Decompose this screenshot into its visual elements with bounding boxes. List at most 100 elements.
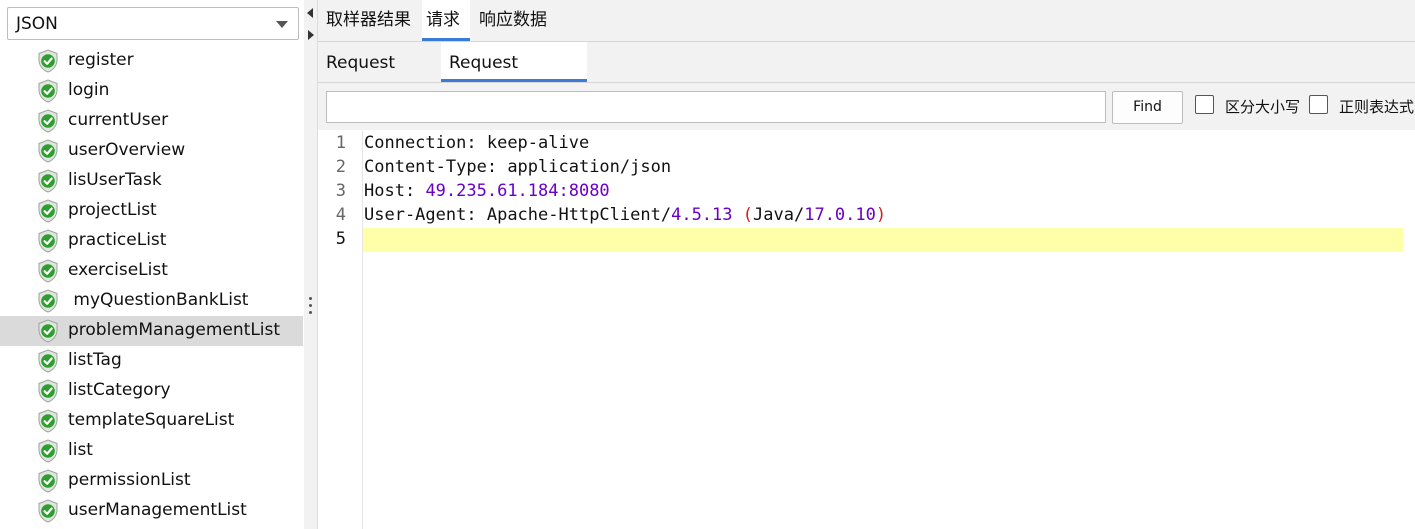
tree-item-label: userOverview [68,140,186,160]
chevron-down-icon[interactable] [276,21,288,28]
tab-request-body[interactable]: Request Body [318,42,441,115]
tree-item[interactable]: listTag [0,346,303,376]
tab-label: 响应数据 [479,10,547,30]
success-shield-icon [37,49,59,73]
tree-item[interactable]: login [0,76,303,106]
tree-item[interactable]: userManagementList [0,496,303,526]
header-key: Connection [364,133,467,153]
tree-item-label: listCategory [68,380,171,400]
splitter-grip-icon[interactable] [309,297,312,318]
tree-item[interactable]: exerciseList [0,256,303,286]
renderer-dropdown[interactable]: JSON [7,7,299,40]
collapse-left-arrow-icon[interactable] [307,8,313,18]
tree-item-label: userManagementList [68,500,247,520]
line-number: 2 [335,157,346,177]
header-sep: : [466,133,487,153]
header-value-part: Apache-HttpClient [486,205,661,225]
success-shield-icon [37,289,59,313]
tab-response-data[interactable]: 响应数据 [475,0,555,41]
line-text: User-Agent: Apache-HttpClient/4.5.13 (Ja… [364,203,886,227]
line-text: Connection: keep-alive [364,131,589,155]
success-shield-icon [37,409,59,433]
tree-item-label: list [68,440,93,460]
tab-label: 请求 [426,10,460,30]
header-sep: : [486,157,508,177]
tree-item[interactable]: permissionList [0,466,303,496]
line-text: Host: 49.235.61.184:8080 [364,179,610,203]
tree-item[interactable]: templateSquareList [0,406,303,436]
success-shield-icon [37,259,59,283]
tree-item[interactable]: practiceList [0,226,303,256]
tree-item[interactable]: lisUserTask [0,166,303,196]
header-value-part [733,205,743,225]
line-number: 5 [335,229,346,249]
success-shield-icon [37,199,59,223]
line-text: Content-Type: application/json [364,155,671,179]
tab-request[interactable]: 请求 [422,0,470,41]
success-shield-icon [37,439,59,463]
tree-item[interactable]: currentUser [0,106,303,136]
header-value: keep-alive [486,133,590,153]
editor-line: 4 User-Agent: Apache-HttpClient / 4.5.13 (… [318,203,1415,227]
headers-text-editor[interactable]: 1 Connection: keep-alive 2 Content-Type:… [318,130,1415,529]
header-value-part: 4.5.13 [671,205,733,225]
app-window: JSON register login currentUser userOvervie… [0,0,1415,529]
header-value-part: / [793,205,805,225]
editor-line: 3 Host: 49.235.61.184:8080 [318,179,1415,203]
tree-item[interactable]: projectList [0,196,303,226]
tree-item[interactable]: list [0,436,303,466]
results-tree-panel: JSON register login currentUser userOvervie… [0,0,305,529]
tree-item-label: practiceList [68,230,167,250]
request-sub-tab-bar: Request Body Request Headers [318,42,1415,115]
header-key: User-Agent [364,205,467,225]
case-sensitive-label: 区分大小写 [1225,98,1301,116]
sampler-results-tree: register login currentUser userOverview lisU… [0,46,303,526]
tab-label: 取样器结果 [326,10,411,30]
header-value: 49.235.61.184:8080 [425,181,610,201]
success-shield-icon [37,169,59,193]
tree-item-label: register [68,50,134,70]
tree-item-label: problemManagementList [68,320,281,340]
success-shield-icon [37,229,59,253]
header-value-part: ( [742,205,754,225]
find-button[interactable]: Find [1112,91,1183,124]
tree-item-label: currentUser [68,110,169,130]
regex-checkbox[interactable] [1309,95,1328,114]
collapse-right-arrow-icon[interactable] [308,30,314,40]
regex-label: 正则表达式 [1339,98,1415,116]
header-sep: : [466,205,487,225]
success-shield-icon [37,139,59,163]
header-value-part: ) [875,205,887,225]
header-key: Host [364,181,405,201]
find-input[interactable] [326,91,1106,123]
success-shield-icon [37,469,59,493]
tree-item[interactable]: problemManagementList [0,316,303,346]
editor-line: 5 [318,227,1415,251]
tree-item-label: permissionList [68,470,191,490]
panel-splitter[interactable] [304,0,318,529]
tree-item[interactable]: listCategory [0,376,303,406]
line-number: 3 [335,181,346,201]
header-key: Content-Type [364,157,487,177]
tree-item-label: exerciseList [68,260,168,280]
editor-line: 2 Content-Type: application/json [318,155,1415,179]
tree-item[interactable]: register [0,46,303,76]
header-sep: : [404,181,426,201]
renderer-dropdown-value: JSON [16,14,58,34]
details-panel: 取样器结果 请求 响应数据 Request Body Request Heade… [318,0,1415,529]
header-value-part: 17.0.10 [804,205,876,225]
main-tab-bar: 取样器结果 请求 响应数据 [318,0,1415,42]
tree-item-label: login [68,80,110,100]
tab-request-headers[interactable]: Request Headers [441,42,587,115]
tree-item[interactable]: userOverview [0,136,303,166]
tree-item-label: templateSquareList [68,410,235,430]
tab-sampler-result[interactable]: 取样器结果 [322,0,421,41]
success-shield-icon [37,319,59,343]
success-shield-icon [37,109,59,133]
line-number: 4 [335,205,346,225]
tree-item-label: listTag [68,350,122,370]
case-sensitive-checkbox[interactable] [1195,95,1214,114]
success-shield-icon [37,79,59,103]
tree-item[interactable]: myQuestionBankList [0,286,303,316]
find-bar: Find 区分大小写 正则表达式 [318,83,1415,130]
